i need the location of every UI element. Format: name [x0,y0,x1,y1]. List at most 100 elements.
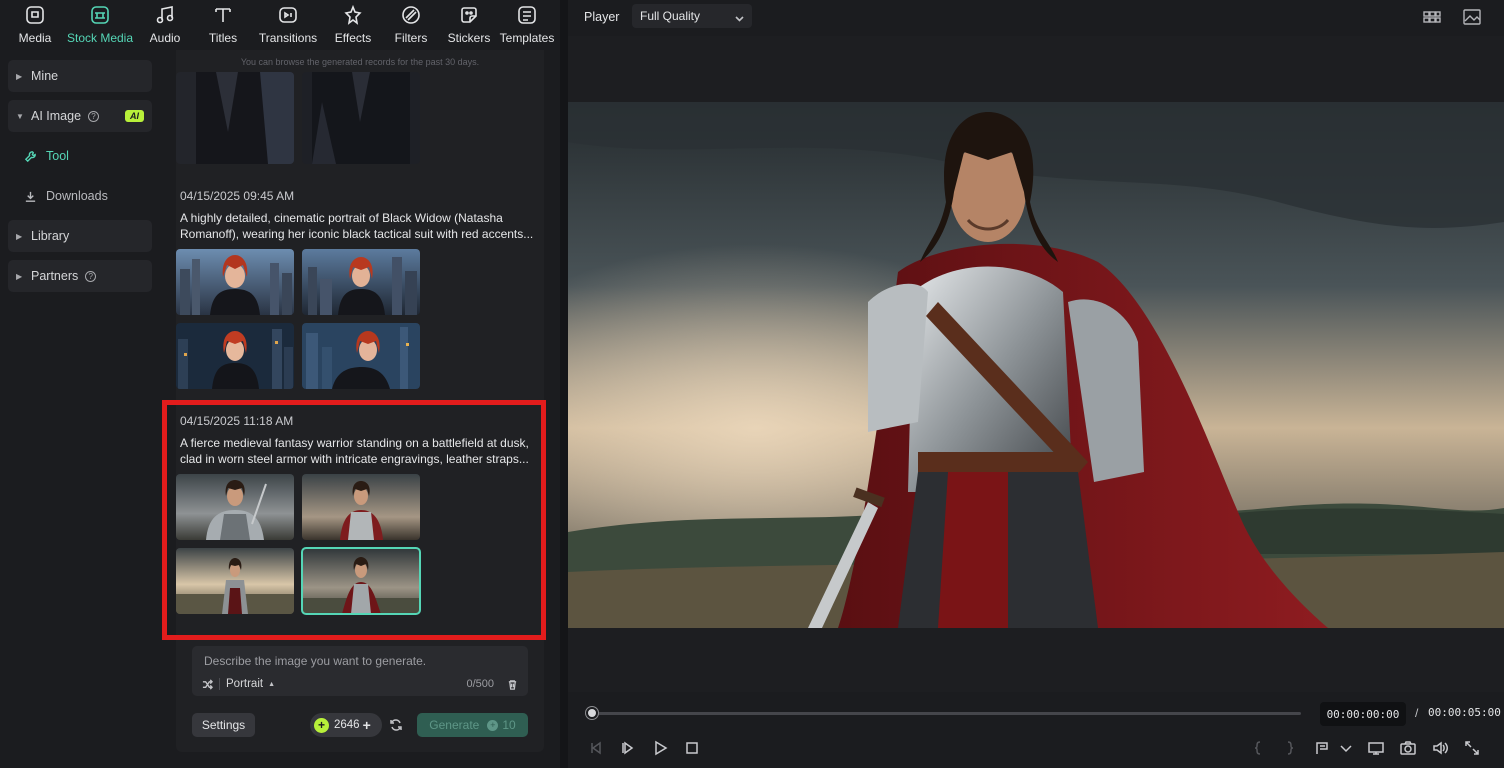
toolbar-stickers[interactable]: Stickers [440,0,498,50]
templates-icon [518,6,536,24]
nav-tool[interactable]: Tool [8,140,152,172]
record-thumbnail[interactable] [176,72,294,164]
fullscreen-button[interactable] [1464,740,1480,756]
record-thumbnail[interactable] [176,323,294,389]
wrench-icon [24,150,36,162]
help-icon[interactable]: ? [88,110,100,122]
play-button[interactable] [652,740,668,756]
caret-up-icon: ▲ [268,680,276,688]
toolbar-templates-label: Templates [499,31,555,45]
settings-button[interactable]: Settings [192,713,255,737]
toolbar-titles[interactable]: Titles [194,0,252,50]
step-back-icon [591,741,601,755]
current-timecode[interactable]: 00:00:00:00 [1320,702,1406,726]
trash-icon [508,680,517,690]
step-forward-icon [622,741,634,755]
toolbar-filters[interactable]: Filters [382,0,440,50]
nav-tool-label: Tool [46,149,69,163]
ai-image-records-panel: You can browse the generated records for… [160,50,560,768]
chevron-down-icon [735,12,744,22]
toolbar-stickers-label: Stickers [447,31,491,45]
previous-frame-button[interactable] [588,740,604,756]
seek-handle[interactable] [586,707,598,719]
records-hint: You can browse the generated records for… [240,57,480,67]
toolbar-audio-label: Audio [149,31,181,45]
toolbar-transitions[interactable]: Transitions [252,0,324,50]
toolbar-effects[interactable]: Effects [324,0,382,50]
marker-flag-icon [1316,742,1328,754]
player-panel: Player Full Quality 00:00:00:00 / 00:00:… [568,0,1504,768]
generated-image [176,323,294,389]
toolbar-transitions-label: Transitions [258,31,318,45]
toolbar-media[interactable]: Media [6,0,64,50]
nav-mine[interactable]: ▶ Mine [8,60,152,92]
toolbar-media-label: Media [18,31,52,45]
add-credits-icon[interactable]: + [363,717,371,733]
prompt-char-count: 0/500 [466,678,494,690]
brace-right-icon [1287,741,1294,755]
credit-coin-icon: + [487,719,499,731]
nav-ai-image[interactable]: ▼ AI Image ? AI [8,100,152,132]
generated-image [302,548,420,614]
caret-right-icon: ▶ [16,231,23,241]
divider [219,678,220,690]
warrior-preview-image [568,102,1504,628]
sticker-icon [461,7,477,23]
prompt-input-box[interactable]: Describe the image you want to generate.… [192,646,528,696]
music-note-icon [156,6,174,24]
generate-button[interactable]: Generate + 10 [417,713,528,737]
toolbar-audio[interactable]: Audio [136,0,194,50]
mark-out-button[interactable] [1282,740,1298,756]
quality-dropdown[interactable]: Full Quality [632,4,752,28]
display-settings-button[interactable] [1368,740,1384,756]
ai-badge: AI [125,110,144,122]
record-thumbnail-selected[interactable] [301,547,421,615]
marker-dropdown[interactable] [1338,740,1352,756]
caret-down-icon: ▼ [16,111,24,121]
player-header: Player Full Quality [568,0,1504,36]
record-date: 04/15/2025 09:45 AM [180,189,295,203]
record-thumbnail[interactable] [176,548,294,614]
prompt-placeholder[interactable]: Describe the image you want to generate. [204,654,426,668]
records-list[interactable]: You can browse the generated records for… [176,50,544,752]
toolbar-stock-media[interactable]: Stock Media [64,0,136,50]
timecode-separator: / [1415,706,1419,720]
camera-icon [1400,741,1416,755]
seek-bar[interactable] [592,712,1301,715]
chevron-down-icon [1340,745,1352,753]
record-thumbnail[interactable] [302,323,420,389]
help-icon[interactable]: ? [85,270,97,282]
clear-prompt-button[interactable] [507,679,518,690]
toolbar-templates[interactable]: Templates [498,0,556,50]
generate-cost: 10 [502,718,516,732]
aspect-ratio-selector[interactable]: Portrait ▲ [202,678,275,690]
grid-view-button[interactable] [1422,8,1442,26]
nav-partners[interactable]: ▶ Partners ? [8,260,152,292]
aspect-ratio-label[interactable]: Portrait [226,678,263,690]
record-thumbnail[interactable] [176,249,294,315]
media-icon [26,6,44,24]
generated-image [302,474,420,540]
mark-in-button[interactable] [1250,740,1266,756]
stop-button[interactable] [684,740,700,756]
nav-downloads[interactable]: Downloads [8,180,152,212]
preview-video[interactable] [568,102,1504,628]
shuffle-icon[interactable] [202,678,213,690]
nav-ai-image-label: AI Image [31,109,82,123]
volume-button[interactable] [1432,740,1448,756]
refresh-button[interactable] [389,718,403,732]
record-thumbnail[interactable] [302,72,420,164]
nav-library[interactable]: ▶ Library [8,220,152,252]
record-thumbnail[interactable] [302,249,420,315]
marker-button[interactable] [1314,740,1330,756]
text-t-icon [215,8,231,22]
snapshot-button[interactable] [1400,740,1416,756]
record-description: A highly detailed, cinematic portrait of… [180,211,534,241]
generated-image [176,72,294,164]
credits-button[interactable]: + 2646 + [310,713,382,737]
next-frame-button[interactable] [620,740,636,756]
record-thumbnail[interactable] [302,474,420,540]
image-snapshot-button[interactable] [1462,8,1482,26]
record-thumbnail[interactable] [176,474,294,540]
effects-sparkle-icon [344,4,362,25]
